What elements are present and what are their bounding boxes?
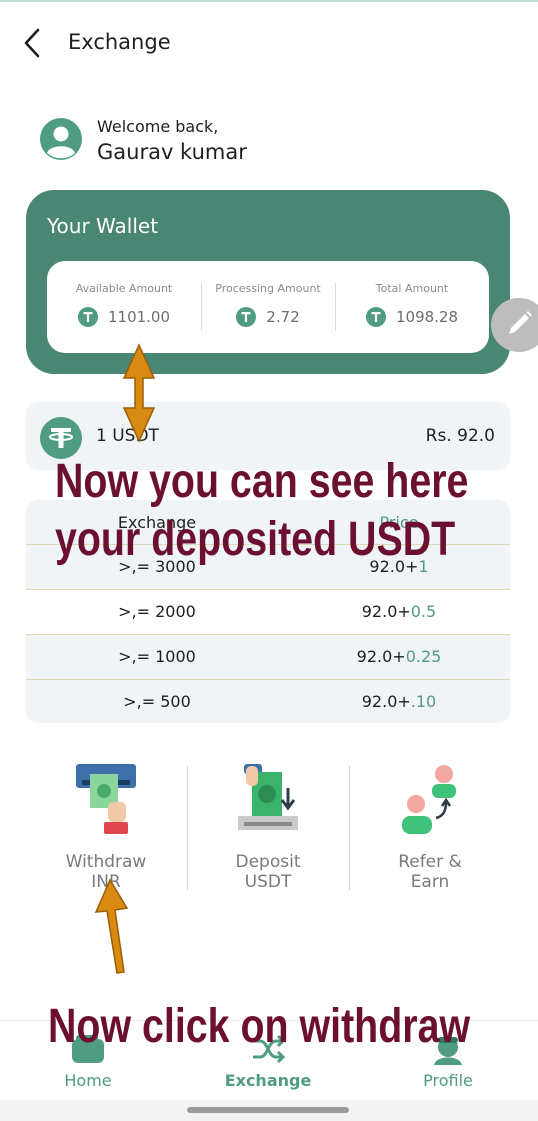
table-row: >,= 2000 92.0+0.5 bbox=[26, 589, 510, 634]
deposit-label: Deposit USDT bbox=[188, 852, 348, 892]
rate-label: 1 USDT bbox=[96, 426, 159, 446]
refer-earn-button[interactable]: Refer & Earn bbox=[350, 762, 510, 894]
deposit-label-line2: USDT bbox=[244, 872, 292, 892]
exchange-cell: >,= 500 bbox=[123, 692, 191, 711]
tether-icon bbox=[40, 417, 82, 459]
total-amount-label: Total Amount bbox=[375, 282, 449, 295]
nav-exchange-label: Exchange bbox=[224, 1071, 312, 1090]
wallet-card: Your Wallet Available Amount 1101.00 Pro… bbox=[26, 190, 510, 374]
price-cell: 92.0+.10 bbox=[288, 692, 510, 711]
price-cell: 92.0+0.25 bbox=[288, 647, 510, 666]
price-base: 92.0+ bbox=[361, 602, 411, 621]
user-name: Gaurav kumar bbox=[97, 140, 247, 164]
processing-amount-value: 2.72 bbox=[266, 308, 300, 326]
exchange-cell: >,= 1000 bbox=[118, 647, 196, 666]
page-title: Exchange bbox=[68, 30, 171, 54]
price-bonus: .10 bbox=[410, 692, 437, 711]
refer-label-line1: Refer & bbox=[398, 852, 462, 872]
refer-label: Refer & Earn bbox=[350, 852, 510, 892]
price-bonus: 0.5 bbox=[410, 602, 437, 621]
app-header: Exchange bbox=[0, 14, 538, 72]
tether-icon bbox=[365, 307, 386, 327]
rate-price: Rs. 92.0 bbox=[425, 426, 495, 446]
withdraw-label: Withdraw INR bbox=[26, 852, 186, 892]
available-amount-label: Available Amount bbox=[75, 282, 173, 295]
price-cell: 92.0+0.5 bbox=[288, 602, 510, 621]
back-button[interactable] bbox=[18, 26, 48, 60]
wallet-balances: Available Amount 1101.00 Processing Amou… bbox=[47, 261, 489, 353]
processing-amount-label: Processing Amount bbox=[215, 282, 321, 295]
refer-label-line2: Earn bbox=[410, 872, 450, 892]
refer-users-icon bbox=[402, 765, 456, 834]
deposit-money-icon bbox=[238, 764, 298, 830]
withdraw-inr-button[interactable]: Withdraw INR bbox=[26, 762, 186, 894]
withdraw-label-line2: INR bbox=[91, 872, 121, 892]
welcome-text: Welcome back, bbox=[97, 117, 219, 136]
processing-amount: Processing Amount 2.72 bbox=[201, 261, 335, 353]
annotation-text: your deposited USDT bbox=[55, 513, 456, 566]
available-amount-value: 1101.00 bbox=[107, 308, 171, 326]
wallet-title: Your Wallet bbox=[47, 214, 159, 238]
exchange-cell: >,= 2000 bbox=[118, 602, 196, 621]
price-base: 92.0+ bbox=[361, 692, 411, 711]
nav-home-label: Home bbox=[64, 1071, 112, 1090]
top-divider bbox=[0, 0, 538, 2]
price-base: 92.0+ bbox=[356, 647, 406, 666]
edit-button[interactable] bbox=[491, 298, 538, 352]
table-row: >,= 1000 92.0+0.25 bbox=[26, 634, 510, 679]
avatar bbox=[40, 118, 82, 160]
nav-profile-label: Profile bbox=[423, 1071, 473, 1090]
chevron-left-icon bbox=[24, 28, 40, 58]
home-indicator[interactable] bbox=[187, 1107, 349, 1113]
price-bonus: 0.25 bbox=[405, 647, 442, 666]
available-amount: Available Amount 1101.00 bbox=[47, 261, 201, 353]
table-row: >,= 500 92.0+.10 bbox=[26, 679, 510, 723]
annotation-text: Now click on withdraw bbox=[48, 1000, 471, 1053]
tether-icon bbox=[77, 307, 98, 327]
total-amount-value: 1098.28 bbox=[395, 308, 459, 326]
user-icon bbox=[40, 118, 82, 160]
annotation-text: Now you can see here bbox=[55, 455, 469, 508]
atm-withdraw-icon bbox=[76, 764, 136, 834]
withdraw-label-line1: Withdraw bbox=[65, 852, 147, 872]
tether-icon bbox=[236, 307, 257, 327]
pencil-icon bbox=[509, 311, 532, 334]
total-amount: Total Amount 1098.28 bbox=[335, 261, 489, 353]
deposit-label-line1: Deposit bbox=[235, 852, 301, 872]
deposit-usdt-button[interactable]: Deposit USDT bbox=[188, 762, 348, 894]
